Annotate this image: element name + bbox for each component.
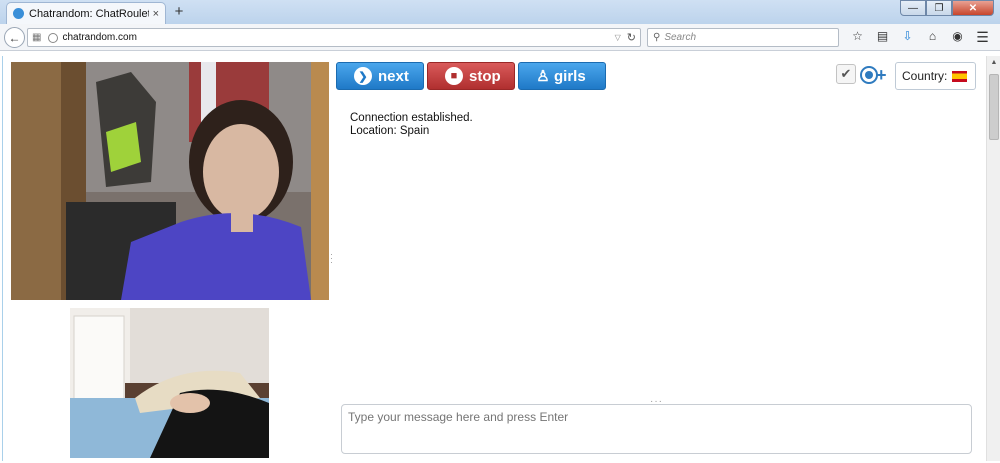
globe-icon [48,32,59,43]
browser-navbar: ← ▦ chatrandom.com ▽ ↻ ⚲ Search ☆ ▤ ⇩ ⌂ … [0,24,1000,51]
stop-label: stop [469,67,501,85]
home-icon[interactable]: ⌂ [920,29,945,46]
webcam-lens-icon [865,71,873,79]
frame-border [2,56,5,461]
page-info-icon[interactable]: ▦ [32,32,41,43]
back-icon[interactable]: ← [4,27,25,48]
stop-icon: ■ [445,67,463,85]
menu-icon[interactable]: ☰ [970,29,995,46]
addon-icon[interactable]: ◉ [945,29,970,46]
spain-flag-icon [952,70,968,82]
girls-button[interactable]: ♙ girls [518,62,606,90]
girls-label: girls [554,67,586,85]
close-window-button[interactable]: ✕ [952,0,994,16]
chat-bubble-icon [13,8,24,19]
search-icon: ⚲ [653,32,661,43]
country-selector[interactable]: Country: [895,62,976,90]
remote-video-image [11,62,329,300]
minimize-button[interactable]: — [900,0,926,16]
next-button[interactable]: ❯ next [336,62,424,90]
next-label: next [378,67,409,85]
scroll-up-icon[interactable]: ▲ [987,56,1000,70]
browser-tab[interactable]: Chatrandom: ChatRoulette... × [6,2,166,24]
person-icon: ♙ [536,68,550,85]
url-dropdown-icon[interactable]: ▽ [615,33,621,42]
local-video [70,308,269,458]
new-tab-button[interactable]: + [172,3,186,20]
local-video-image [70,308,269,458]
search-placeholder: Search [664,32,697,43]
stop-button[interactable]: ■ stop [427,62,515,90]
search-input[interactable]: ⚲ Search [647,28,839,47]
scroll-thumb[interactable] [989,74,999,140]
maximize-button[interactable]: ❐ [926,0,952,16]
reload-icon[interactable]: ↻ [627,31,636,44]
checkmark-icon: ✔ [840,66,852,81]
remote-video [11,62,329,300]
browser-titlebar: Chatrandom: ChatRoulette... × + — ❐ ✕ [0,0,1000,24]
page-content: ··· ❯ next ■ stop ♙ girls ✔ + Country: [0,52,1000,463]
status-connection: Connection established. [350,112,473,124]
bookmark-star-icon[interactable]: ☆ [845,29,870,46]
tab-close-icon[interactable]: × [153,8,159,20]
message-input[interactable] [341,404,972,454]
chat-log: Connection established. Location: Spain [350,112,473,138]
url-bar[interactable]: ▦ chatrandom.com ▽ ↻ [27,28,641,47]
window-controls: — ❐ ✕ [900,0,994,16]
tab-title: Chatrandom: ChatRoulette... [29,7,149,20]
country-label: Country: [902,69,948,83]
toolbar-icons: ☆ ▤ ⇩ ⌂ ◉ ☰ [845,29,995,46]
checkmark-button[interactable]: ✔ [836,64,856,84]
page-scrollbar[interactable]: ▲ [986,56,1000,461]
reading-list-icon[interactable]: ▤ [870,29,895,46]
url-text[interactable]: chatrandom.com [62,32,614,43]
status-location: Location: Spain [350,125,430,137]
download-icon[interactable]: ⇩ [895,29,920,46]
next-icon: ❯ [354,67,372,85]
plus-icon: + [876,65,887,85]
video-splitter[interactable]: · · · [330,250,333,267]
add-webcam-button[interactable]: + [860,64,888,86]
